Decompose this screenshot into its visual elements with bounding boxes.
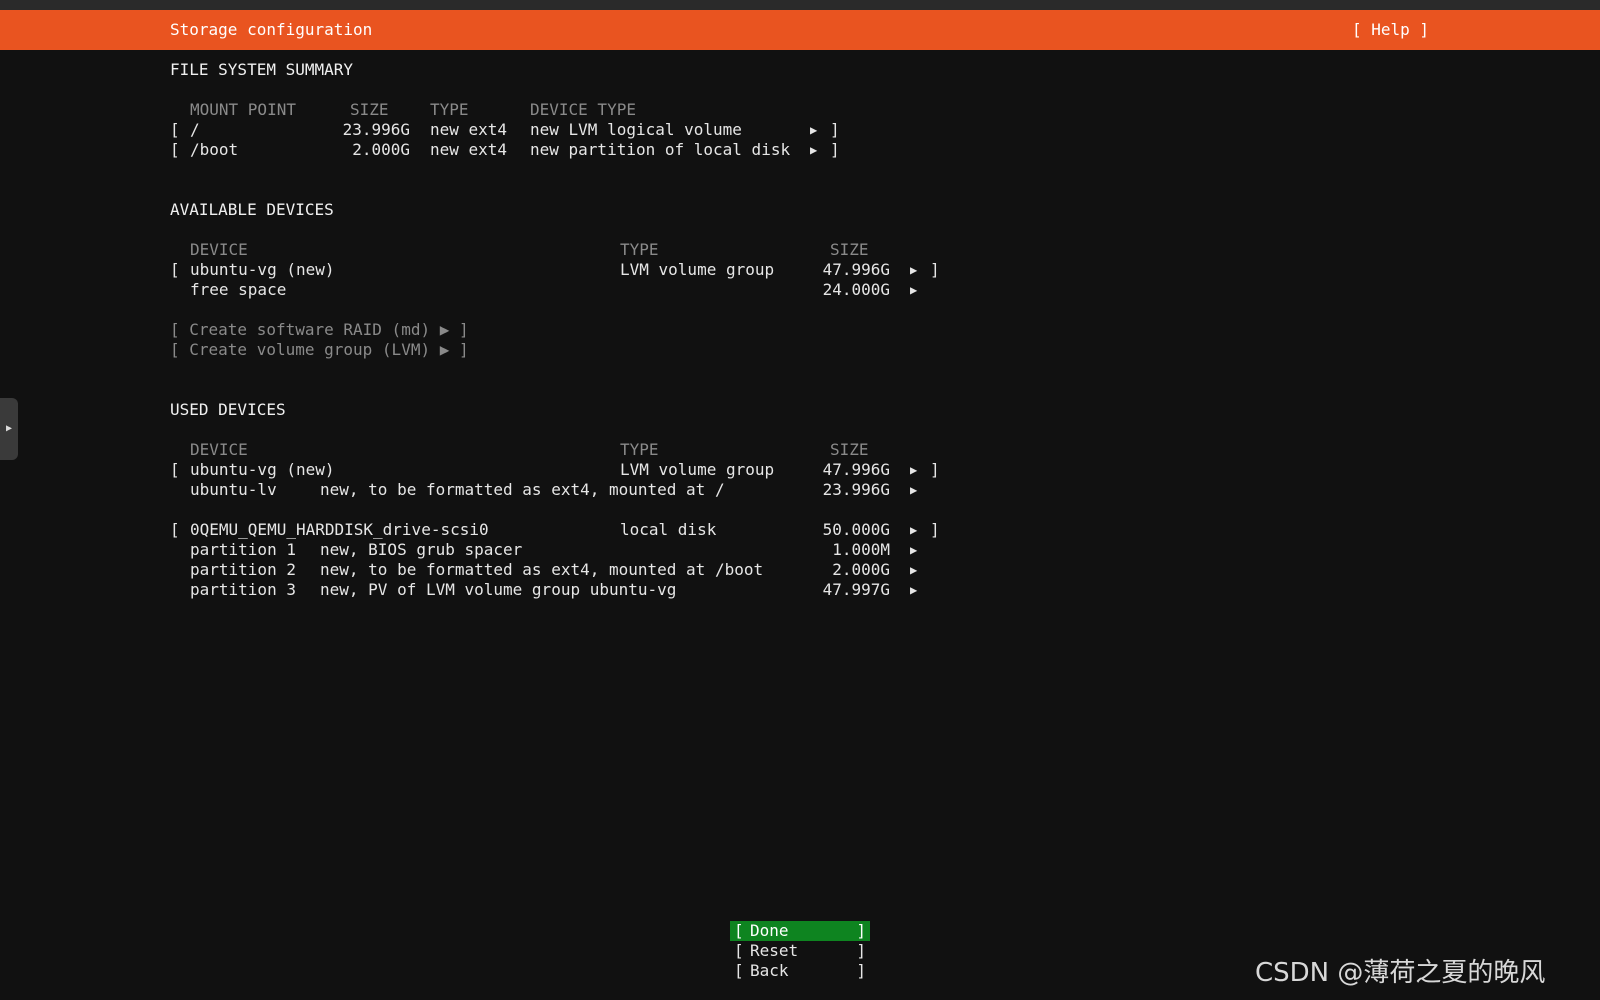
button-label: Back <box>750 961 789 980</box>
arrow-right-icon: ▶ <box>910 543 918 557</box>
arrow-right-icon: ▶ <box>910 523 918 537</box>
button-label: Done <box>750 921 789 940</box>
bracket-open: [ <box>170 260 180 279</box>
arrow-right-icon: ▶ <box>910 463 918 477</box>
bracket-open: [ <box>170 520 180 539</box>
help-button[interactable]: [ Help ] <box>1352 20 1429 39</box>
size: 2.000G <box>832 560 890 579</box>
bracket-close: ] <box>856 921 866 940</box>
device-name: 0QEMU_QEMU_HARDDISK_drive-scsi0 <box>190 520 489 539</box>
bracket-close: ] <box>856 941 866 960</box>
bracket-open: [ <box>170 120 180 139</box>
arrow-right-icon: ▶ <box>910 263 918 277</box>
used-row-ubuntu-vg[interactable]: [ ubuntu-vg (new) LVM volume group 47.99… <box>170 460 950 480</box>
size: 24.000G <box>822 280 890 299</box>
size: 50.000G <box>822 520 890 539</box>
used-row-partition-3[interactable]: partition 3 new, PV of LVM volume group … <box>170 580 950 600</box>
bracket-open: [ <box>734 941 744 960</box>
used-devices-title: USED DEVICES <box>170 400 286 419</box>
device-description: new, BIOS grub spacer <box>320 540 523 559</box>
button-label: Reset <box>750 941 799 960</box>
col-type: TYPE <box>430 100 469 119</box>
device-description: new, to be formatted as ext4, mounted at… <box>320 560 764 579</box>
create-raid-button[interactable]: [ Create software RAID (md) ▶ ] <box>170 320 469 340</box>
size: 47.996G <box>822 460 890 479</box>
col-type: TYPE <box>620 240 659 259</box>
bracket-close: ] <box>930 460 940 479</box>
header-bar: Storage configuration [ Help ] <box>0 10 1600 50</box>
available-header: DEVICE TYPE SIZE <box>170 240 950 260</box>
back-button[interactable]: [ Back ] <box>730 961 870 981</box>
device-type: local disk <box>620 520 717 539</box>
device-name: ubuntu-vg (new) <box>190 260 335 279</box>
used-header: DEVICE TYPE SIZE <box>170 440 950 460</box>
bracket-close: ] <box>830 120 840 139</box>
col-size: SIZE <box>350 100 389 119</box>
create-volume-group-button[interactable]: [ Create volume group (LVM) ▶ ] <box>170 340 469 360</box>
fs-summary-header: MOUNT POINT SIZE TYPE DEVICE TYPE <box>170 100 870 120</box>
device-type: new partition of local disk <box>530 140 791 159</box>
device-name: ubuntu-lv <box>190 480 277 499</box>
bracket-close: ] <box>830 140 840 159</box>
device-description: new, PV of LVM volume group ubuntu-vg <box>320 580 677 599</box>
arrow-right-icon: ▶ <box>910 283 918 297</box>
mount-point: /boot <box>190 140 239 159</box>
device-name: free space <box>190 280 287 299</box>
bracket-close: ] <box>856 961 866 980</box>
used-row-partition-2[interactable]: partition 2 new, to be formatted as ext4… <box>170 560 950 580</box>
device-type: LVM volume group <box>620 260 775 279</box>
used-row-ubuntu-lv[interactable]: ubuntu-lv new, to be formatted as ext4, … <box>170 480 950 500</box>
installer-screen: Storage configuration [ Help ] ▶ FILE SY… <box>0 0 1600 1000</box>
col-device: DEVICE <box>190 440 248 459</box>
col-device-type: DEVICE TYPE <box>530 100 636 119</box>
bracket-close: ] <box>930 520 940 539</box>
size: 47.997G <box>822 580 890 599</box>
arrow-right-icon: ▶ <box>810 123 818 137</box>
bracket-close: ] <box>930 260 940 279</box>
fs-type: new ext4 <box>430 120 508 139</box>
available-row-free-space[interactable]: free space 24.000G ▶ <box>170 280 950 300</box>
arrow-right-icon: ▶ <box>910 583 918 597</box>
fs-row-boot[interactable]: [ /boot 2.000G new ext4 new partition of… <box>170 140 870 160</box>
col-size: SIZE <box>830 440 869 459</box>
size: 47.996G <box>822 260 890 279</box>
size: 23.996G <box>822 480 890 499</box>
side-panel-toggle[interactable]: ▶ <box>0 398 18 460</box>
top-strip <box>0 0 1600 10</box>
mount-point: / <box>190 120 200 139</box>
triangle-right-icon: ▶ <box>5 423 13 434</box>
arrow-right-icon: ▶ <box>910 563 918 577</box>
done-button[interactable]: [ Done ] <box>730 921 870 941</box>
bracket-open: [ <box>170 460 180 479</box>
used-row-partition-1[interactable]: partition 1 new, BIOS grub spacer 1.000M… <box>170 540 950 560</box>
size: 23.996G <box>342 120 410 139</box>
reset-button[interactable]: [ Reset ] <box>730 941 870 961</box>
watermark: CSDN @薄荷之夏的晚风 <box>1255 958 1546 988</box>
device-type: new LVM logical volume <box>530 120 742 139</box>
bracket-open: [ <box>170 140 180 159</box>
col-mount-point: MOUNT POINT <box>190 100 296 119</box>
device-type: LVM volume group <box>620 460 775 479</box>
device-name: partition 1 <box>190 540 296 559</box>
bracket-open: [ <box>734 961 744 980</box>
arrow-right-icon: ▶ <box>910 483 918 497</box>
arrow-right-icon: ▶ <box>810 143 818 157</box>
size: 2.000G <box>352 140 410 159</box>
col-size: SIZE <box>830 240 869 259</box>
device-description: new, to be formatted as ext4, mounted at… <box>320 480 725 499</box>
col-type: TYPE <box>620 440 659 459</box>
used-row-local-disk[interactable]: [ 0QEMU_QEMU_HARDDISK_drive-scsi0 local … <box>170 520 950 540</box>
size: 1.000M <box>832 540 890 559</box>
device-name: ubuntu-vg (new) <box>190 460 335 479</box>
fs-type: new ext4 <box>430 140 508 159</box>
bracket-open: [ <box>734 921 744 940</box>
device-name: partition 2 <box>190 560 296 579</box>
page-title: Storage configuration <box>170 20 373 39</box>
col-device: DEVICE <box>190 240 248 259</box>
available-devices-title: AVAILABLE DEVICES <box>170 200 334 219</box>
fs-summary-title: FILE SYSTEM SUMMARY <box>170 60 354 79</box>
device-name: partition 3 <box>190 580 296 599</box>
available-row-ubuntu-vg[interactable]: [ ubuntu-vg (new) LVM volume group 47.99… <box>170 260 950 280</box>
fs-row-root[interactable]: [ / 23.996G new ext4 new LVM logical vol… <box>170 120 870 140</box>
